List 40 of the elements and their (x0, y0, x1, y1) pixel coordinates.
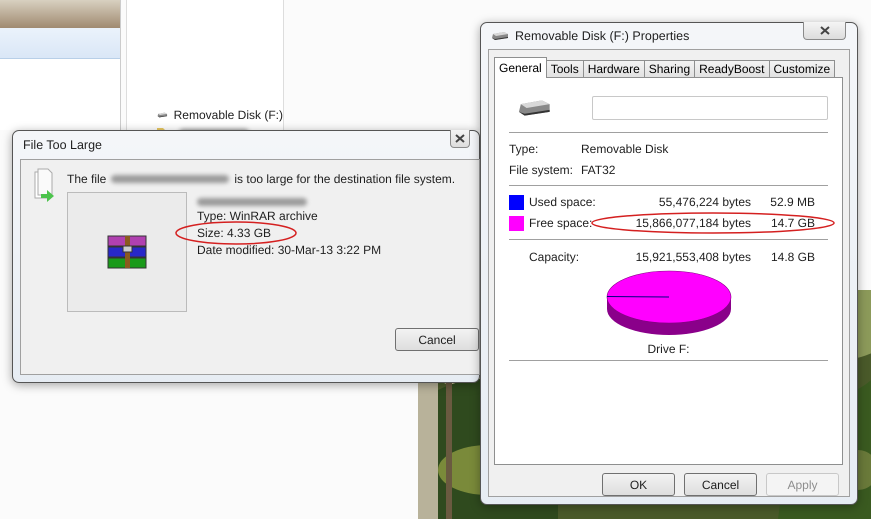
tab[interactable]: Customize (768, 60, 836, 78)
space-label: Free space: (529, 216, 594, 230)
nav-item[interactable]: Removable Disk (F:) (174, 108, 283, 122)
message-text: is too large for the destination file system. (234, 172, 456, 186)
dialog-button[interactable]: Cancel (684, 473, 757, 496)
space-size: 14.7 GB (770, 216, 815, 230)
chart-caption: Drive F: (648, 342, 690, 356)
tab[interactable]: Sharing (644, 60, 696, 78)
cancel-button[interactable]: Cancel (395, 328, 479, 351)
tab[interactable]: Hardware (582, 60, 645, 78)
field-value: Removable Disk (581, 142, 670, 156)
close-button[interactable] (803, 22, 846, 40)
file-detail: Date modified: 30-Mar-13 3:22 PM (197, 243, 382, 257)
window-title: Removable Disk (F:) Properties (515, 29, 690, 43)
tab[interactable]: ReadyBoost (694, 60, 770, 78)
file-detail: Type: WinRAR archive (197, 209, 318, 223)
window-title: File Too Large (23, 138, 102, 152)
tab[interactable]: General (494, 57, 547, 78)
usb-drive-icon (517, 98, 552, 118)
usb-drive-icon (491, 31, 509, 41)
space-bytes: 55,476,224 bytes (658, 195, 751, 209)
field-label: File system: (509, 163, 574, 177)
space-size: 52.9 MB (769, 195, 815, 209)
space-label: Used space: (529, 195, 597, 209)
capacity-label: Capacity: (529, 250, 580, 264)
usb-drive-icon (157, 110, 168, 120)
message-text: The file (67, 172, 106, 186)
field-label: Type: (509, 142, 540, 156)
archive-books-icon (106, 234, 148, 270)
dialog-button[interactable]: OK (602, 473, 675, 496)
capacity-bytes: 15,921,553,408 bytes (634, 250, 751, 264)
space-bytes: 15,866,077,184 bytes (634, 216, 751, 230)
file-detail: Size: 4.33 GB (197, 226, 272, 240)
field-value: FAT32 (581, 163, 616, 177)
name-field[interactable] (592, 96, 828, 120)
capacity-size: 14.8 GB (770, 250, 815, 264)
tab[interactable]: Tools (546, 60, 584, 78)
close-button[interactable] (450, 130, 470, 148)
close-icon (455, 134, 465, 143)
close-icon (820, 26, 830, 35)
